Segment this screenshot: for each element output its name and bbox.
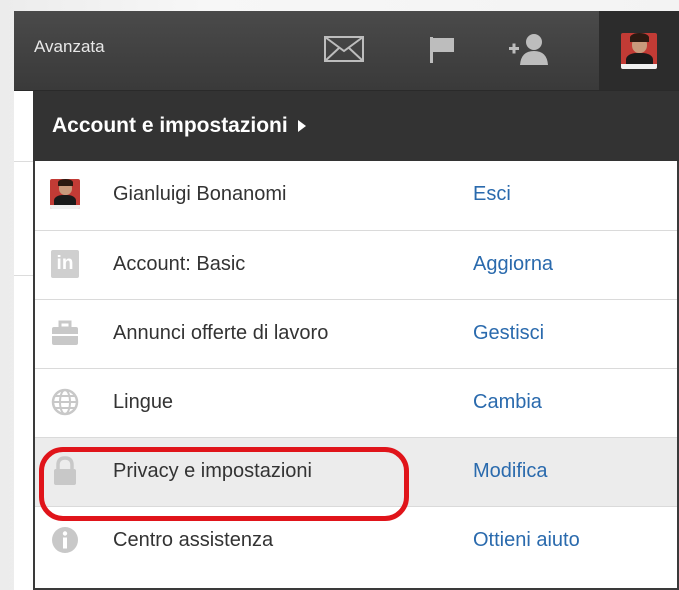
profile-avatar-icon [50, 179, 80, 209]
menu-item-profile[interactable]: Gianluigi Bonanomi Esci [35, 161, 677, 230]
info-icon [50, 525, 80, 555]
get-help-link[interactable]: Ottieni aiuto [473, 529, 580, 552]
menu-item-languages[interactable]: Lingue Cambia [35, 368, 677, 437]
advanced-search-link[interactable]: Avanzata [34, 37, 105, 57]
sign-out-link[interactable]: Esci [473, 183, 511, 206]
add-contact-icon[interactable] [504, 29, 554, 69]
menu-item-label: Annunci offerte di lavoro [113, 322, 329, 344]
menu-item-label: Lingue [113, 391, 174, 413]
globe-icon [50, 387, 80, 417]
red-highlight-annotation [39, 447, 409, 521]
account-dropdown-menu: Gianluigi Bonanomi Esci in Account: Basi… [33, 161, 679, 590]
menu-item-account[interactable]: in Account: Basic Aggiorna [35, 230, 677, 299]
linkedin-window: Avanzata Account e impostazioni Gianluig… [14, 11, 679, 590]
top-navigation-bar: Avanzata [14, 11, 679, 91]
envelope-icon[interactable] [319, 29, 369, 69]
caret-right-icon [297, 120, 306, 132]
manage-link[interactable]: Gestisci [473, 322, 544, 345]
flag-icon[interactable] [417, 29, 467, 69]
menu-item-label: Account: Basic [113, 253, 246, 275]
edit-privacy-link[interactable]: Modifica [473, 460, 547, 483]
page-left-edge [14, 91, 33, 590]
account-settings-header[interactable]: Account e impostazioni [33, 91, 679, 161]
avatar [621, 32, 657, 69]
menu-item-label: Gianluigi Bonanomi [113, 183, 287, 205]
profile-avatar-button[interactable] [599, 11, 679, 90]
change-language-link[interactable]: Cambia [473, 391, 542, 414]
menu-item-job-postings[interactable]: Annunci offerte di lavoro Gestisci [35, 299, 677, 368]
linkedin-icon: in [50, 249, 80, 279]
account-settings-title: Account e impostazioni [52, 114, 288, 137]
upgrade-link[interactable]: Aggiorna [473, 253, 553, 276]
briefcase-icon [50, 318, 80, 348]
menu-item-label: Centro assistenza [113, 529, 274, 551]
